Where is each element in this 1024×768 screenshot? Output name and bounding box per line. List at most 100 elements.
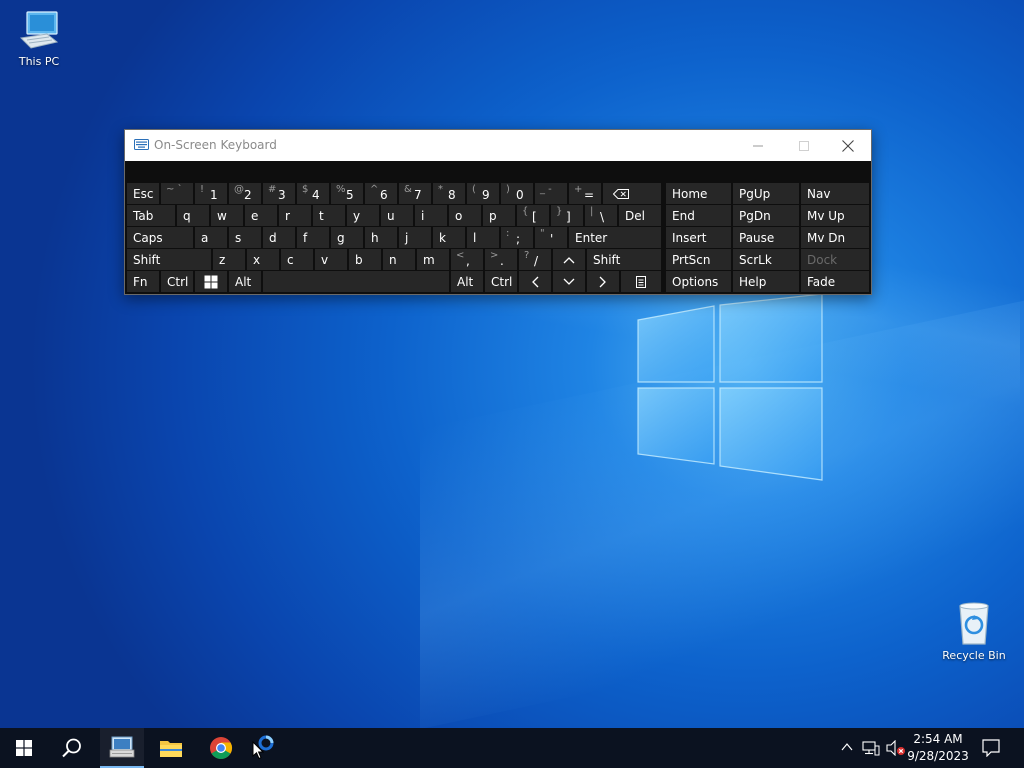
key-v[interactable]: v <box>315 249 347 270</box>
key-end[interactable]: End <box>666 205 731 226</box>
key-b[interactable]: b <box>349 249 381 270</box>
key-menu[interactable] <box>621 271 661 292</box>
key-dock[interactable]: Dock <box>801 249 869 270</box>
key-pgdn[interactable]: PgDn <box>733 205 799 226</box>
key-a[interactable]: a <box>195 227 227 248</box>
key-7[interactable]: & 7 <box>399 183 431 204</box>
key-caps[interactable]: Caps <box>127 227 193 248</box>
key-p[interactable]: p <box>483 205 515 226</box>
key-l[interactable]: l <box>467 227 499 248</box>
key-windows[interactable] <box>195 271 227 292</box>
on-screen-keyboard-window[interactable]: On-Screen Keyboard Esc ~ ` ! 1 @2 #3 $4 %… <box>124 129 872 295</box>
key-fn[interactable]: Fn <box>127 271 159 292</box>
key-prtscn[interactable]: PrtScn <box>666 249 731 270</box>
key-tab[interactable]: Tab <box>127 205 175 226</box>
key-arrow-down[interactable] <box>553 271 585 292</box>
key-3[interactable]: #3 <box>263 183 295 204</box>
taskbar-chrome[interactable] <box>198 728 244 768</box>
key-ctrl-left[interactable]: Ctrl <box>161 271 193 292</box>
key-equals[interactable]: + = <box>569 183 601 204</box>
key-e[interactable]: e <box>245 205 277 226</box>
key-k[interactable]: k <box>433 227 465 248</box>
key-enter[interactable]: Enter <box>569 227 661 248</box>
key-j[interactable]: j <box>399 227 431 248</box>
key-slash[interactable]: ? / <box>519 249 551 270</box>
key-minus[interactable]: _ - <box>535 183 567 204</box>
clock-date: 9/28/2023 <box>907 749 969 763</box>
key-2[interactable]: @2 <box>229 183 261 204</box>
maximize-button[interactable] <box>781 130 827 161</box>
key-c[interactable]: c <box>281 249 313 270</box>
key-1[interactable]: ! 1 <box>195 183 227 204</box>
notification-icon[interactable] <box>982 739 1000 757</box>
key-backslash[interactable]: | \ <box>585 205 617 226</box>
key-ctrl-right[interactable]: Ctrl <box>485 271 517 292</box>
key-n[interactable]: n <box>383 249 415 270</box>
key-pause[interactable]: Pause <box>733 227 799 248</box>
key-9[interactable]: (9 <box>467 183 499 204</box>
chevron-up-icon[interactable] <box>840 740 854 754</box>
key-esc[interactable]: Esc <box>127 183 159 204</box>
key-del[interactable]: Del <box>619 205 661 226</box>
key-comma[interactable]: <, <box>451 249 483 270</box>
key-shift-left[interactable]: Shift <box>127 249 211 270</box>
key-x[interactable]: x <box>247 249 279 270</box>
key-insert[interactable]: Insert <box>666 227 731 248</box>
system-clock[interactable]: 2:54 AM 9/28/2023 <box>902 731 974 765</box>
key-semicolon[interactable]: :; <box>501 227 533 248</box>
desktop-icon-recycle-bin[interactable]: Recycle Bin <box>936 600 1012 662</box>
key-t[interactable]: t <box>313 205 345 226</box>
key-h[interactable]: h <box>365 227 397 248</box>
key-8[interactable]: * 8 <box>433 183 465 204</box>
taskbar-file-explorer[interactable] <box>148 728 194 768</box>
search-icon <box>62 738 81 758</box>
key-scrlk[interactable]: ScrLk <box>733 249 799 270</box>
key-help[interactable]: Help <box>733 271 799 292</box>
key-mv-dn[interactable]: Mv Dn <box>801 227 869 248</box>
desktop-icon-this-pc[interactable]: This PC <box>1 8 77 68</box>
key-0[interactable]: ) 0 <box>501 183 533 204</box>
key-left-bracket[interactable]: {[ <box>517 205 549 226</box>
key-i[interactable]: i <box>415 205 447 226</box>
key-r[interactable]: r <box>279 205 311 226</box>
search-button[interactable] <box>48 728 96 768</box>
key-6[interactable]: ^ 6 <box>365 183 397 204</box>
key-5[interactable]: % 5 <box>331 183 363 204</box>
key-space[interactable] <box>263 271 449 292</box>
key-backspace[interactable] <box>603 183 661 204</box>
key-f[interactable]: f <box>297 227 329 248</box>
minimize-button[interactable] <box>735 130 781 161</box>
key-home[interactable]: Home <box>666 183 731 204</box>
start-button[interactable] <box>0 728 48 768</box>
key-mv-up[interactable]: Mv Up <box>801 205 869 226</box>
key-q[interactable]: q <box>177 205 209 226</box>
key-nav[interactable]: Nav <box>801 183 869 204</box>
key-alt-left[interactable]: Alt <box>229 271 261 292</box>
key-s[interactable]: s <box>229 227 261 248</box>
key-shift-right[interactable]: Shift <box>587 249 661 270</box>
key-pgup[interactable]: PgUp <box>733 183 799 204</box>
key-arrow-up[interactable] <box>553 249 585 270</box>
key-z[interactable]: z <box>213 249 245 270</box>
key-alt-right[interactable]: Alt <box>451 271 483 292</box>
key-d[interactable]: d <box>263 227 295 248</box>
key-y[interactable]: y <box>347 205 379 226</box>
title-bar[interactable]: On-Screen Keyboard <box>125 130 871 161</box>
network-icon[interactable] <box>862 740 880 756</box>
key-m[interactable]: m <box>417 249 449 270</box>
taskbar-on-screen-keyboard[interactable] <box>100 728 144 768</box>
key-tilde[interactable]: ~ ` <box>161 183 193 204</box>
key-g[interactable]: g <box>331 227 363 248</box>
close-button[interactable] <box>825 130 871 161</box>
key-4[interactable]: $4 <box>297 183 329 204</box>
key-right-bracket[interactable]: }] <box>551 205 583 226</box>
key-u[interactable]: u <box>381 205 413 226</box>
key-arrow-left[interactable] <box>519 271 551 292</box>
key-w[interactable]: w <box>211 205 243 226</box>
key-period[interactable]: >. <box>485 249 517 270</box>
key-arrow-right[interactable] <box>587 271 619 292</box>
key-o[interactable]: o <box>449 205 481 226</box>
key-options[interactable]: Options <box>666 271 731 292</box>
key-quote[interactable]: " ' <box>535 227 567 248</box>
key-fade[interactable]: Fade <box>801 271 869 292</box>
